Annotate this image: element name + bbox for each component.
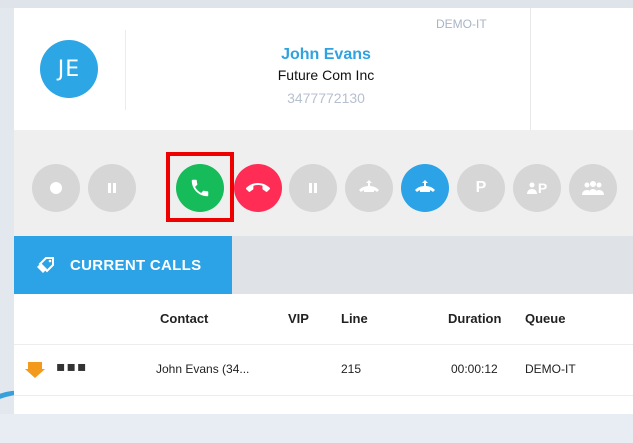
- park-icon: P: [475, 179, 487, 196]
- cell-contact: John Evans (34...: [156, 362, 250, 376]
- answer-call-button[interactable]: [176, 164, 224, 212]
- hangup-button[interactable]: [234, 164, 282, 212]
- user-park-icon: [526, 182, 537, 194]
- conference-button[interactable]: [569, 164, 617, 212]
- record-button[interactable]: [32, 164, 80, 212]
- record-icon: [50, 182, 62, 194]
- cell-duration: 00:00:12: [451, 362, 498, 376]
- contact-name[interactable]: John Evans: [214, 46, 438, 64]
- table-header: Contact VIP Line Duration Queue: [14, 294, 633, 345]
- column-header-vip[interactable]: VIP: [288, 311, 309, 326]
- hold-icon: [309, 183, 317, 193]
- divider: [125, 30, 126, 110]
- pause-icon: [108, 183, 116, 193]
- transfer-icon: [415, 180, 435, 192]
- transfer-button[interactable]: [345, 164, 393, 212]
- background-top: [0, 0, 633, 8]
- park-button[interactable]: P: [457, 164, 505, 212]
- contact-company: Future Com Inc: [277, 67, 375, 83]
- queue-tag: DEMO-IT: [436, 17, 487, 31]
- cell-line: 215: [341, 362, 362, 376]
- user-park-button[interactable]: P: [513, 164, 561, 212]
- column-header-contact[interactable]: Contact: [160, 311, 208, 326]
- transfer-icon: [359, 180, 379, 192]
- phone-hangup-icon: [246, 183, 270, 192]
- column-header-duration[interactable]: Duration: [448, 311, 501, 326]
- table-row[interactable]: ▪▪▪ John Evans (34... 215 00:00:12 DEMO-…: [14, 345, 633, 396]
- column-header-line[interactable]: Line: [341, 311, 368, 326]
- hold-button[interactable]: [289, 164, 337, 212]
- column-header-queue[interactable]: Queue: [525, 311, 565, 326]
- divider: [530, 8, 531, 130]
- current-calls-icon: [36, 253, 60, 277]
- background-left: [0, 0, 14, 414]
- call-control-bar: P P: [14, 130, 633, 236]
- current-calls-table: Contact VIP Line Duration Queue ▪▪▪ John…: [14, 294, 633, 414]
- contact-card: JE DEMO-IT John Evans Future Com Inc 347…: [14, 8, 633, 131]
- avatar-initials: JE: [57, 56, 81, 82]
- call-panel: JE DEMO-IT John Evans Future Com Inc 347…: [14, 8, 633, 414]
- phone-icon: [191, 179, 209, 197]
- user-park-label: P: [537, 180, 548, 196]
- row-menu-button[interactable]: ▪▪▪: [56, 359, 87, 375]
- conference-icon: [582, 181, 604, 195]
- pause-button[interactable]: [88, 164, 136, 212]
- tab-current-calls[interactable]: CURRENT CALLS: [14, 236, 232, 294]
- transfer-active-button[interactable]: [401, 164, 449, 212]
- tab-bar: CURRENT CALLS: [14, 236, 633, 294]
- incoming-call-icon: [24, 361, 46, 379]
- tab-label: CURRENT CALLS: [70, 256, 202, 274]
- contact-phone: 3477772130: [287, 90, 365, 106]
- avatar: JE: [40, 40, 98, 98]
- cell-queue: DEMO-IT: [525, 362, 576, 376]
